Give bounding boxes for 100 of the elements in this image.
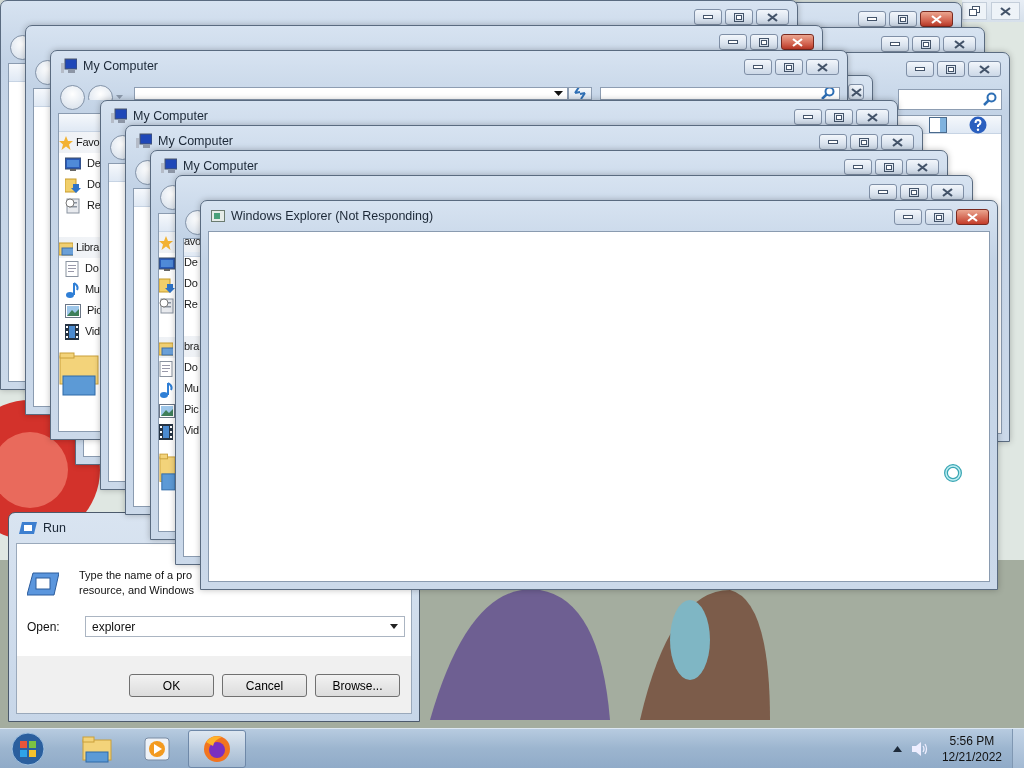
minimize-button[interactable] <box>906 61 934 77</box>
close-button[interactable] <box>943 36 976 52</box>
minimize-icon <box>703 15 713 19</box>
nav-item[interactable]: Favo <box>76 134 100 151</box>
close-button[interactable] <box>906 159 939 175</box>
minimize-icon <box>878 190 888 194</box>
address-field[interactable] <box>134 86 568 100</box>
maximize-button[interactable] <box>937 61 965 77</box>
back-button[interactable] <box>60 84 85 110</box>
restore-button[interactable] <box>962 2 988 20</box>
close-icon <box>917 162 928 172</box>
film-icon <box>65 323 79 340</box>
window-title: My Computer <box>83 57 159 75</box>
close-button[interactable] <box>881 134 914 150</box>
close-button[interactable] <box>956 209 989 225</box>
minimize-button[interactable] <box>794 109 822 125</box>
preview-pane-icon[interactable] <box>929 116 947 133</box>
maximize-button[interactable] <box>850 134 878 150</box>
windows-logo-icon <box>11 731 45 766</box>
nav-item[interactable]: Do <box>184 275 198 292</box>
search-field[interactable] <box>898 88 1002 110</box>
minimize-button[interactable] <box>719 34 747 50</box>
minimize-icon <box>728 40 738 44</box>
clock-time[interactable]: 5:56 PM <box>941 732 1002 749</box>
maximize-button[interactable] <box>900 184 928 200</box>
dropdown-caret-icon[interactable] <box>554 90 563 96</box>
nav-item[interactable]: Vid <box>184 422 199 439</box>
dropdown-caret-icon[interactable] <box>390 624 398 629</box>
nav-item[interactable]: De <box>184 254 198 271</box>
search-icon <box>983 92 997 106</box>
dialog-title: Run <box>43 519 66 537</box>
taskbar-button[interactable] <box>188 729 246 768</box>
minimize-button[interactable] <box>894 209 922 225</box>
nav-item[interactable]: Do <box>184 359 198 376</box>
search-field[interactable] <box>600 86 840 100</box>
nav-item[interactable]: Mu <box>85 281 100 298</box>
nav-item[interactable]: De <box>87 155 101 172</box>
maximize-button[interactable] <box>925 209 953 225</box>
run-icon <box>27 572 59 596</box>
ok-button[interactable]: OK <box>129 674 214 697</box>
maximize-button[interactable] <box>775 59 803 75</box>
close-button[interactable] <box>806 59 839 75</box>
nav-item[interactable]: avo <box>184 239 200 250</box>
close-icon <box>931 14 942 24</box>
show-hidden-icons-icon[interactable] <box>892 745 902 752</box>
close-icon <box>792 37 803 47</box>
maximize-icon <box>759 37 769 47</box>
maximize-button[interactable] <box>912 36 940 52</box>
maximize-button[interactable] <box>825 109 853 125</box>
clock-date[interactable]: 12/21/2022 <box>941 748 1002 765</box>
nav-item[interactable]: bra <box>184 338 199 355</box>
maximize-button[interactable] <box>750 34 778 50</box>
maximize-icon <box>784 62 794 72</box>
forward-button[interactable] <box>88 84 113 100</box>
desktop-icon <box>65 156 81 171</box>
minimize-button[interactable] <box>881 36 909 52</box>
minimize-button[interactable] <box>744 59 772 75</box>
help-icon[interactable] <box>969 116 987 134</box>
nav-item[interactable]: Mu <box>184 380 199 397</box>
minimize-button[interactable] <box>819 134 847 150</box>
browse-button[interactable]: Browse... <box>315 674 400 697</box>
document-icon <box>65 260 79 277</box>
start-button[interactable] <box>8 729 48 768</box>
close-button[interactable] <box>781 34 814 50</box>
open-field[interactable]: explorer <box>85 616 405 637</box>
minimize-icon <box>753 65 763 69</box>
close-button[interactable] <box>848 84 864 100</box>
description-text: Type the name of a pro <box>79 568 194 583</box>
close-button[interactable] <box>931 184 964 200</box>
minimize-button[interactable] <box>694 9 722 25</box>
refresh-icon <box>572 87 588 100</box>
refresh-button[interactable] <box>568 86 592 100</box>
maximize-button[interactable] <box>725 9 753 25</box>
cancel-button[interactable]: Cancel <box>222 674 307 697</box>
minimize-button[interactable] <box>869 184 897 200</box>
nav-item[interactable]: Do <box>85 260 99 277</box>
nav-item[interactable]: Pic <box>184 401 199 418</box>
close-button[interactable] <box>968 61 1001 77</box>
star-icon <box>159 235 173 250</box>
description-text: resource, and Windows <box>79 583 194 598</box>
maximize-icon <box>834 112 844 122</box>
minimize-button[interactable] <box>858 11 886 27</box>
nav-item[interactable]: Vid <box>85 323 100 340</box>
minimize-icon <box>828 140 838 144</box>
close-button[interactable] <box>856 109 889 125</box>
nav-item[interactable]: Re <box>87 197 101 214</box>
close-icon <box>867 112 878 122</box>
window-icon <box>211 210 225 222</box>
maximize-button[interactable] <box>875 159 903 175</box>
maximize-button[interactable] <box>889 11 917 27</box>
download-folder-icon <box>65 176 81 193</box>
close-button[interactable] <box>920 11 953 27</box>
close-icon <box>954 39 965 49</box>
close-button[interactable] <box>756 9 789 25</box>
minimize-icon <box>853 165 863 169</box>
nav-item[interactable]: Libra <box>76 239 99 256</box>
nav-item[interactable]: Re <box>184 296 198 313</box>
nav-item[interactable]: Do <box>87 176 101 193</box>
window-title: My Computer <box>158 132 234 150</box>
minimize-button[interactable] <box>844 159 872 175</box>
